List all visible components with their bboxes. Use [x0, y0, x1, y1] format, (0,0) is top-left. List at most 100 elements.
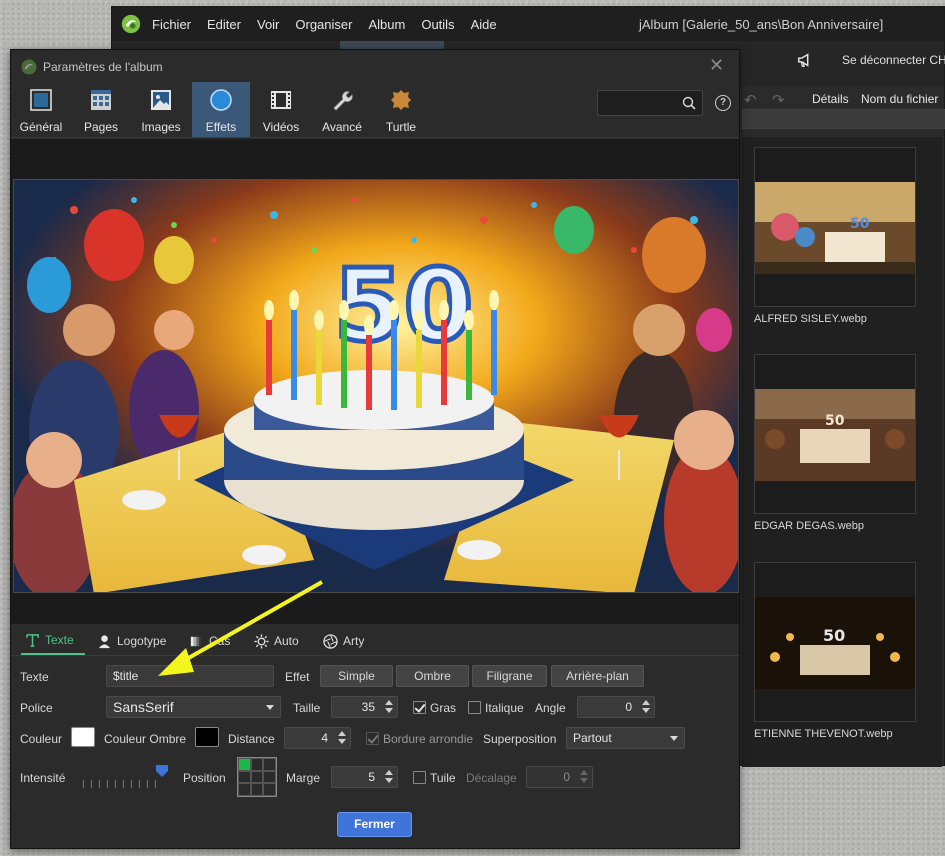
superposition-select[interactable]: Partout	[566, 727, 685, 749]
effet-filigrane-button[interactable]: Filigrane	[472, 665, 547, 687]
birthday-painting-image: 50	[14, 180, 738, 592]
effet-arriere-plan-button[interactable]: Arrière-plan	[551, 665, 644, 687]
position-cell[interactable]	[250, 758, 264, 771]
angle-label: Angle	[535, 701, 566, 715]
category-label: Vidéos	[262, 120, 300, 134]
chevron-down-icon	[670, 736, 678, 741]
thumbnail-frame[interactable]: 50	[754, 354, 916, 514]
thumbnail-name: EDGAR DEGAS.webp	[754, 520, 865, 532]
thumbnail-image: 50	[755, 597, 915, 689]
category-general[interactable]: Général	[12, 82, 70, 137]
fermer-button[interactable]: Fermer	[337, 812, 412, 837]
couleur-ombre-swatch[interactable]	[195, 727, 219, 747]
tab-label: Cas	[209, 634, 231, 648]
svg-text:50: 50	[850, 216, 870, 232]
category-pages[interactable]: Pages	[72, 82, 130, 137]
thumbnail-frame[interactable]: 50	[754, 562, 916, 722]
megaphone-icon[interactable]	[796, 51, 814, 69]
thumbnail-card[interactable]: 50 ALFRED SISLEY.webp	[754, 147, 916, 325]
undo-icon[interactable]: ↶	[744, 91, 757, 109]
thumbnail-panel[interactable]: 50 ALFRED SISLEY.webp 50 EDGAR DEGAS.web…	[742, 137, 942, 767]
tab-logotype[interactable]: Logotype	[97, 627, 166, 655]
category-turtle[interactable]: Turtle	[372, 82, 430, 137]
position-cell[interactable]	[250, 783, 264, 796]
position-cell[interactable]	[238, 770, 251, 784]
gras-checkbox[interactable]	[413, 701, 426, 714]
path-field[interactable]	[742, 109, 945, 129]
menu-fichier[interactable]: Fichier	[152, 17, 191, 32]
police-label: Police	[20, 701, 53, 715]
tab-auto[interactable]: Auto	[254, 627, 299, 655]
texte-input[interactable]: $title	[106, 665, 274, 687]
couleur-swatch[interactable]	[71, 727, 95, 747]
texte-label: Texte	[20, 670, 49, 684]
menu-editer[interactable]: Editer	[207, 17, 241, 32]
tab-texte[interactable]: Texte	[21, 627, 85, 655]
menu-organiser[interactable]: Organiser	[295, 17, 352, 32]
thumbnail-card[interactable]: 50 ETIENNE THEVENOT.webp	[754, 562, 916, 740]
settings-search-input[interactable]	[597, 90, 703, 116]
jalbum-logo-icon	[21, 59, 37, 75]
spinner-arrows-icon[interactable]	[577, 768, 591, 786]
gradient-icon	[190, 636, 203, 646]
logout-link[interactable]: Se déconnecter CHA	[842, 53, 945, 67]
category-avance[interactable]: Avancé	[312, 82, 372, 137]
position-grid[interactable]	[237, 757, 277, 797]
position-cell[interactable]	[263, 770, 276, 784]
spinner-arrows-icon[interactable]	[382, 698, 396, 716]
category-images[interactable]: Images	[131, 82, 191, 137]
decalage-spinner[interactable]: 0	[526, 766, 593, 788]
thumbnail-image: 50	[755, 182, 915, 274]
film-icon	[271, 91, 291, 109]
italique-checkbox[interactable]	[468, 701, 481, 714]
spinner-arrows-icon[interactable]	[335, 729, 349, 747]
taille-spinner[interactable]: 35	[331, 696, 398, 718]
decalage-label: Décalage	[466, 771, 517, 785]
details-view-button[interactable]: Détails	[812, 92, 849, 106]
aperture-icon	[323, 633, 338, 649]
marge-spinner[interactable]: 5	[331, 766, 398, 788]
menu-aide[interactable]: Aide	[471, 17, 497, 32]
effects-sub-tabs: Texte Logotype Cas Auto Arty	[11, 627, 739, 656]
menu-outils[interactable]: Outils	[421, 17, 454, 32]
taille-value: 35	[361, 700, 375, 714]
svg-text:50: 50	[825, 413, 845, 429]
menu-voir[interactable]: Voir	[257, 17, 279, 32]
dialog-title: Paramètres de l'album	[43, 60, 163, 74]
text-effect-form: Texte $title Effet Simple Ombre Filigran…	[11, 656, 739, 848]
police-select[interactable]: SansSerif	[106, 696, 281, 718]
police-value: SansSerif	[113, 699, 174, 715]
spinner-arrows-icon[interactable]	[639, 698, 653, 716]
position-cell[interactable]	[238, 783, 251, 796]
tuile-checkbox[interactable]	[413, 771, 426, 784]
intensite-slider[interactable]	[83, 780, 163, 788]
close-icon[interactable]: ✕	[709, 55, 724, 76]
position-cell[interactable]	[263, 783, 276, 796]
effet-ombre-button[interactable]: Ombre	[396, 665, 469, 687]
spinner-arrows-icon[interactable]	[382, 768, 396, 786]
effet-simple-button[interactable]: Simple	[320, 665, 393, 687]
category-label: Général	[19, 120, 63, 134]
distance-spinner[interactable]: 4	[284, 727, 351, 749]
bordure-arrondie-checkbox[interactable]	[366, 732, 379, 745]
help-icon[interactable]: ?	[715, 95, 731, 111]
window-title: jAlbum [Galerie_50_ans\Bon Anniversaire]	[639, 17, 884, 32]
monitor-icon	[30, 89, 52, 111]
menu-album[interactable]: Album	[368, 17, 405, 32]
angle-spinner[interactable]: 0	[577, 696, 655, 718]
thumbnail-frame[interactable]: 50	[754, 147, 916, 307]
position-cell[interactable]	[250, 770, 264, 784]
search-icon	[682, 96, 696, 110]
category-effets[interactable]: Effets	[192, 82, 250, 137]
tab-cas[interactable]: Cas	[189, 627, 230, 655]
sort-filename-button[interactable]: Nom du fichier	[861, 92, 938, 106]
category-label: Effets	[205, 120, 237, 134]
thumbnail-card[interactable]: 50 EDGAR DEGAS.webp	[754, 354, 916, 532]
redo-icon[interactable]: ↷	[772, 91, 785, 109]
category-videos[interactable]: Vidéos	[252, 82, 310, 137]
tab-arty[interactable]: Arty	[323, 627, 364, 655]
position-cell[interactable]	[263, 758, 276, 771]
position-cell-top-left[interactable]	[238, 758, 251, 771]
category-label: Turtle	[385, 120, 417, 134]
slider-thumb-icon[interactable]	[156, 765, 168, 777]
